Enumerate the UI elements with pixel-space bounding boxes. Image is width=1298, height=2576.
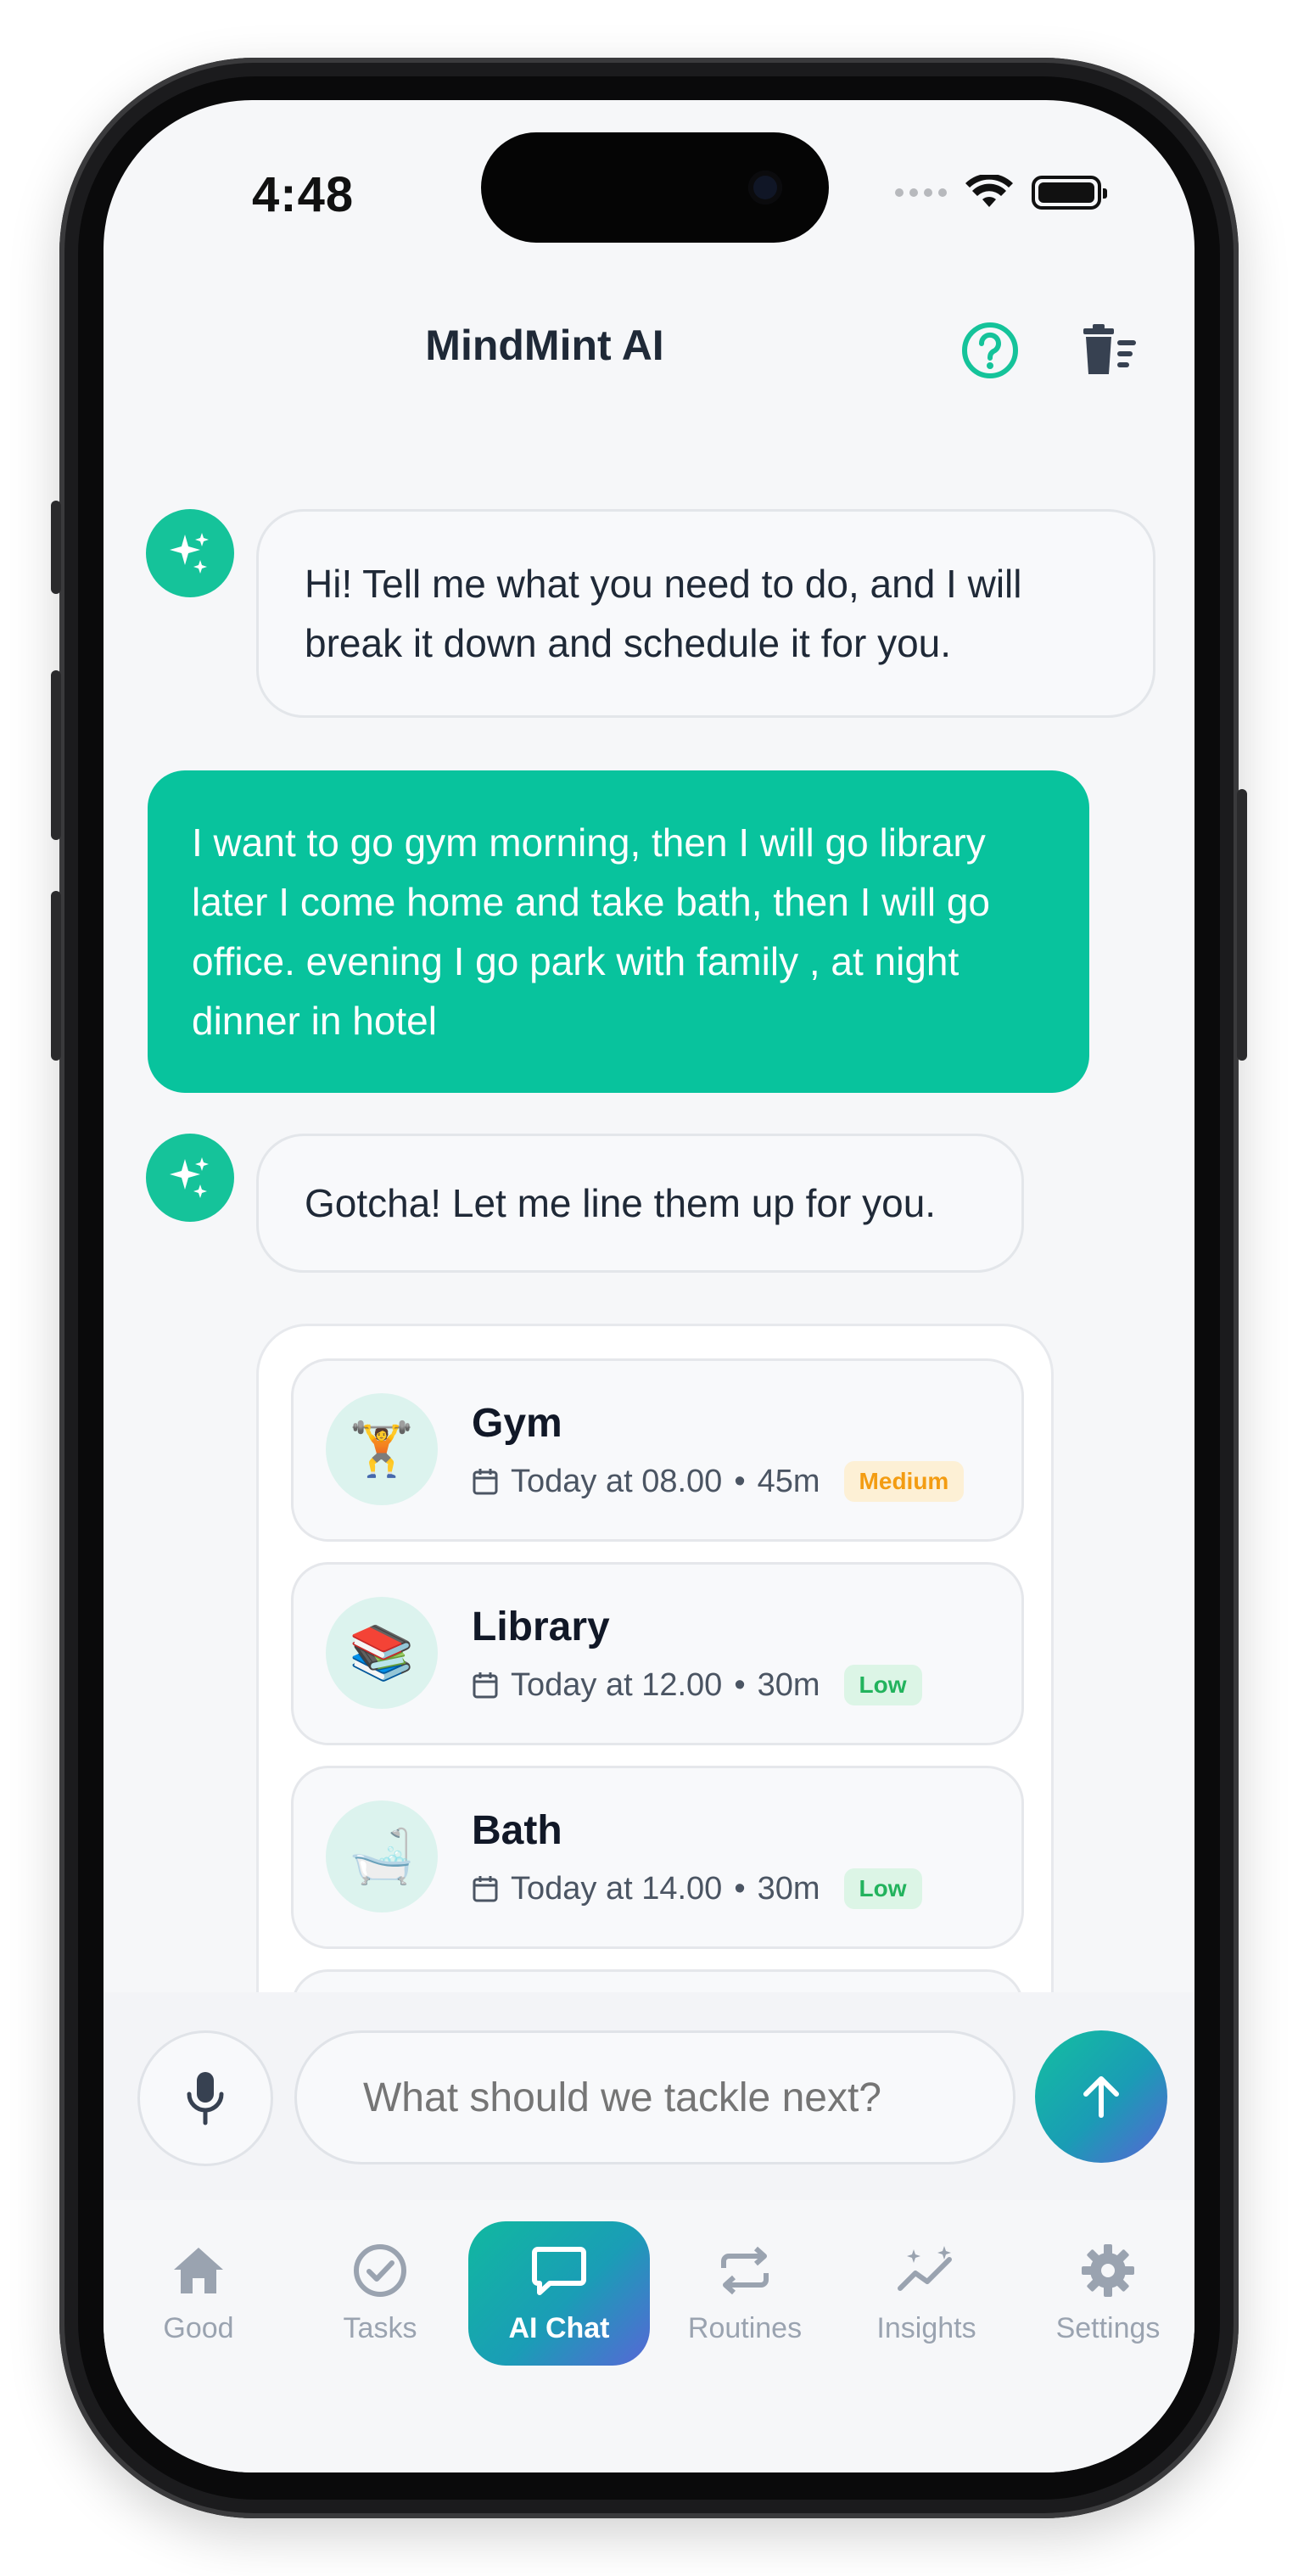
- message-input[interactable]: [294, 2030, 1015, 2164]
- clear-chat-button[interactable]: [1071, 312, 1147, 389]
- user-message-text: I want to go gym morning, then I will go…: [192, 820, 990, 1043]
- nav-label: Insights: [876, 2311, 976, 2344]
- nav-settings[interactable]: Settings: [1023, 2221, 1193, 2366]
- separator-dot: •: [734, 1463, 746, 1499]
- weightlifter-icon: 🏋️: [326, 1393, 438, 1505]
- status-icons: [895, 175, 1107, 210]
- task-name: Gym: [472, 1401, 562, 1446]
- task-suggestions-card: 🏋️ Gym Today at 08.00 • 45m Medium 📚 Lib…: [256, 1324, 1054, 2087]
- ai-message: Hi! Tell me what you need to do, and I w…: [256, 509, 1155, 718]
- task-time: Today at 12.00: [511, 1666, 723, 1703]
- home-icon: [171, 2243, 227, 2299]
- status-time: 4:48: [252, 167, 355, 222]
- page-title: MindMint AI: [425, 322, 664, 369]
- nav-label: Tasks: [343, 2311, 417, 2344]
- ai-avatar: [146, 509, 234, 597]
- books-icon: 📚: [326, 1597, 438, 1709]
- task-time: Today at 14.00: [511, 1870, 723, 1907]
- volume-down-button: [51, 891, 61, 1061]
- ai-avatar: [146, 1134, 234, 1222]
- power-button: [1237, 789, 1247, 1061]
- calendar-icon: [473, 1672, 498, 1699]
- help-icon: [962, 322, 1018, 378]
- message-composer: [104, 1992, 1194, 2200]
- task-item[interactable]: 📚 Library Today at 12.00 • 30m Low: [291, 1562, 1024, 1745]
- ai-message: Gotcha! Let me line them up for you.: [256, 1134, 1024, 1273]
- bottom-nav: Good Tasks AI Chat Routines Insights Set…: [104, 2200, 1194, 2472]
- chat-icon: [531, 2243, 587, 2299]
- nav-ai-chat[interactable]: AI Chat: [468, 2221, 650, 2366]
- help-button[interactable]: [952, 312, 1028, 389]
- ai-message-text: Hi! Tell me what you need to do, and I w…: [305, 562, 1022, 665]
- signal-icon: [895, 188, 947, 197]
- separator-dot: •: [734, 1666, 746, 1703]
- camera-icon: [748, 171, 782, 204]
- sparkle-icon: [170, 1157, 209, 1198]
- nav-good[interactable]: Good: [114, 2221, 283, 2366]
- calendar-icon: [473, 1469, 498, 1495]
- task-time: Today at 08.00: [511, 1463, 723, 1499]
- task-meta: Today at 14.00 • 30m Low: [472, 1868, 922, 1909]
- nav-tasks[interactable]: Tasks: [295, 2221, 465, 2366]
- nav-label: AI Chat: [508, 2311, 610, 2344]
- calendar-icon: [473, 1876, 498, 1902]
- nav-label: Settings: [1055, 2311, 1161, 2344]
- priority-badge: Medium: [843, 1461, 965, 1502]
- task-item[interactable]: 🛁 Bath Today at 14.00 • 30m Low: [291, 1766, 1024, 1949]
- task-name: Bath: [472, 1808, 562, 1853]
- ai-message-text: Gotcha! Let me line them up for you.: [305, 1181, 937, 1225]
- task-meta: Today at 08.00 • 45m Medium: [472, 1461, 965, 1502]
- task-meta: Today at 12.00 • 30m Low: [472, 1665, 922, 1705]
- task-item[interactable]: 🏋️ Gym Today at 08.00 • 45m Medium: [291, 1358, 1024, 1542]
- priority-badge: Low: [843, 1868, 922, 1909]
- user-message: I want to go gym morning, then I will go…: [148, 770, 1089, 1093]
- check-circle-icon: [352, 2243, 408, 2299]
- wifi-icon: [965, 175, 1013, 207]
- action-button: [51, 501, 61, 594]
- gear-icon: [1080, 2243, 1136, 2299]
- task-name: Library: [472, 1604, 610, 1649]
- dynamic-island: [481, 132, 829, 243]
- insights-icon: [897, 2243, 956, 2299]
- separator-dot: •: [734, 1870, 746, 1907]
- priority-badge: Low: [843, 1665, 922, 1705]
- send-button[interactable]: [1035, 2030, 1167, 2163]
- bathtub-icon: 🛁: [326, 1800, 438, 1912]
- trash-icon: [1083, 324, 1136, 374]
- task-duration: 30m: [757, 1666, 820, 1703]
- sparkle-icon: [170, 533, 209, 574]
- nav-label: Routines: [687, 2311, 803, 2344]
- battery-icon: [1032, 176, 1107, 210]
- task-duration: 45m: [757, 1463, 820, 1499]
- voice-input-button[interactable]: [137, 2030, 273, 2166]
- microphone-icon: [187, 2072, 224, 2125]
- nav-insights[interactable]: Insights: [842, 2221, 1011, 2366]
- arrow-up-icon: [1083, 2076, 1119, 2118]
- repeat-icon: [717, 2243, 773, 2299]
- volume-up-button: [51, 670, 61, 840]
- nav-label: Good: [163, 2311, 234, 2344]
- app-screen: 4:48 MindMint AI Hi! Tell me what you ne…: [104, 100, 1194, 2472]
- nav-routines[interactable]: Routines: [660, 2221, 830, 2366]
- task-duration: 30m: [757, 1870, 820, 1907]
